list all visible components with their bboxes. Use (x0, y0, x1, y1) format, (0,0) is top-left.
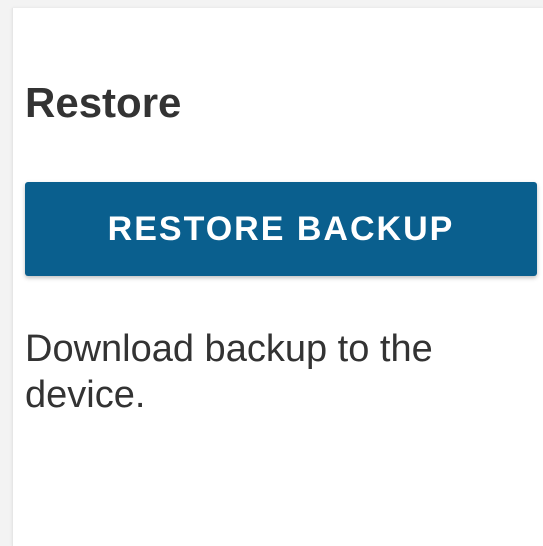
section-title: Restore (25, 79, 182, 126)
restore-card: Restore RESTORE BACKUP Download backup t… (12, 8, 543, 546)
restore-backup-button[interactable]: RESTORE BACKUP (25, 182, 537, 276)
section-description: Download backup to the device. (25, 328, 433, 416)
